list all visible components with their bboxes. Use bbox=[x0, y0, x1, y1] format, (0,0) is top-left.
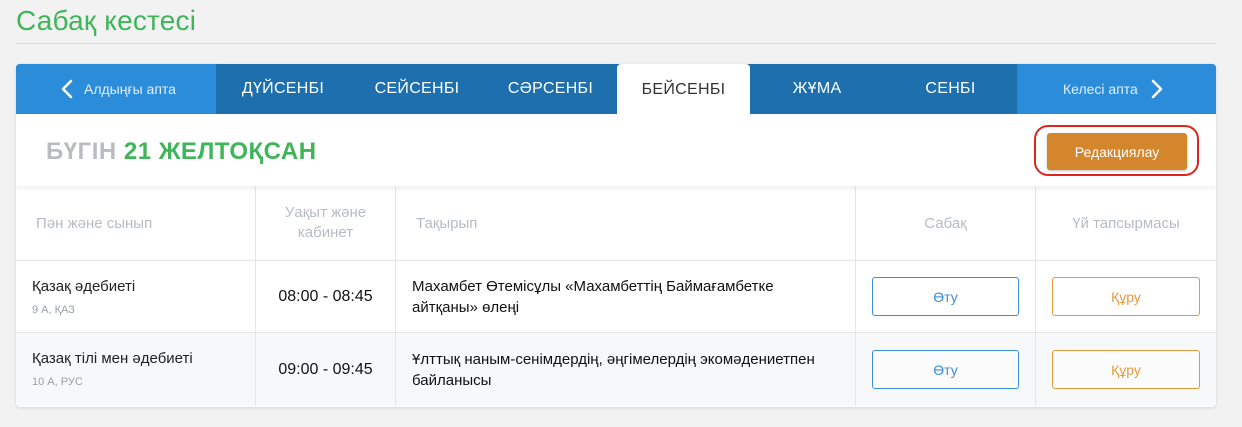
subject-cell: Қазақ әдебиеті 9 А, ҚАЗ bbox=[16, 261, 256, 332]
class-name: 9 А, ҚАЗ bbox=[32, 304, 75, 316]
header-time: Уақыт және кабинет bbox=[256, 186, 396, 260]
tab-saturday[interactable]: СЕНБІ bbox=[884, 64, 1017, 114]
chevron-left-icon bbox=[61, 79, 73, 99]
today-prefix: БҮГІН bbox=[46, 138, 117, 165]
today-date: 21 ЖЕЛТОҚСАН bbox=[123, 138, 317, 165]
previous-week-button[interactable]: Алдыңғы апта bbox=[16, 64, 216, 114]
lesson-time: 09:00 - 09:45 bbox=[256, 333, 396, 406]
next-week-label: Келесі апта bbox=[1063, 81, 1138, 97]
lesson-cell: Өту bbox=[856, 261, 1036, 332]
page-title: Сабақ кестесі bbox=[16, 5, 197, 36]
table-header-row: Пән және сынып Уақыт және кабинет Тақыры… bbox=[16, 186, 1216, 261]
go-to-lesson-button[interactable]: Өту bbox=[872, 350, 1019, 389]
lesson-topic: Махамбет Өтемісұлы «Махамбеттің Баймағам… bbox=[396, 261, 856, 332]
subject-name: Қазақ тілі мен әдебиеті bbox=[32, 350, 193, 367]
header-subject: Пән және сынып bbox=[16, 186, 256, 260]
tab-wednesday[interactable]: СӘРСЕНБІ bbox=[484, 64, 617, 114]
lessons-table: Пән және сынып Уақыт және кабинет Тақыры… bbox=[16, 186, 1216, 406]
tab-tuesday[interactable]: СЕЙСЕНБІ bbox=[350, 64, 484, 114]
tab-friday[interactable]: ЖҰМА bbox=[750, 64, 884, 114]
subject-cell: Қазақ тілі мен әдебиеті 10 А, РУС bbox=[16, 333, 256, 406]
table-row: Қазақ тілі мен әдебиеті 10 А, РУС 09:00 … bbox=[16, 333, 1216, 406]
chevron-right-icon bbox=[1151, 79, 1163, 99]
subject-name: Қазақ әдебиеті bbox=[32, 278, 136, 295]
header-lesson: Сабақ bbox=[856, 186, 1036, 260]
lesson-cell: Өту bbox=[856, 333, 1036, 406]
create-homework-button[interactable]: Құру bbox=[1052, 350, 1200, 389]
create-homework-button[interactable]: Құру bbox=[1052, 277, 1200, 316]
schedule-card: Алдыңғы апта ДҮЙСЕНБІ СЕЙСЕНБІ СӘРСЕНБІ … bbox=[16, 64, 1216, 407]
previous-week-label: Алдыңғы апта bbox=[84, 81, 176, 97]
homework-cell: Құру bbox=[1036, 261, 1216, 332]
class-name: 10 А, РУС bbox=[32, 376, 83, 388]
go-to-lesson-button[interactable]: Өту bbox=[872, 277, 1019, 316]
homework-cell: Құру bbox=[1036, 333, 1216, 406]
header-topic: Тақырып bbox=[396, 186, 856, 260]
week-navigation: Алдыңғы апта ДҮЙСЕНБІ СЕЙСЕНБІ СӘРСЕНБІ … bbox=[16, 64, 1216, 116]
lesson-time: 08:00 - 08:45 bbox=[256, 261, 396, 332]
header-homework: Үй тапсырмасы bbox=[1072, 214, 1180, 232]
today-header: БҮГІН 21 ЖЕЛТОҚСАН Редакциялау bbox=[16, 114, 1216, 186]
edit-button[interactable]: Редакциялау bbox=[1047, 133, 1187, 170]
tab-monday[interactable]: ДҮЙСЕНБІ bbox=[216, 64, 350, 114]
next-week-button[interactable]: Келесі апта bbox=[1017, 64, 1216, 114]
tab-thursday[interactable]: БЕЙСЕНБІ bbox=[617, 64, 750, 116]
table-row: Қазақ әдебиеті 9 А, ҚАЗ 08:00 - 08:45 Ма… bbox=[16, 261, 1216, 333]
today-heading: БҮГІН 21 ЖЕЛТОҚСАН bbox=[46, 138, 317, 166]
lesson-topic: Ұлттық наным-сенімдердің, әңгімелердің э… bbox=[396, 333, 856, 406]
title-divider bbox=[16, 43, 1216, 44]
